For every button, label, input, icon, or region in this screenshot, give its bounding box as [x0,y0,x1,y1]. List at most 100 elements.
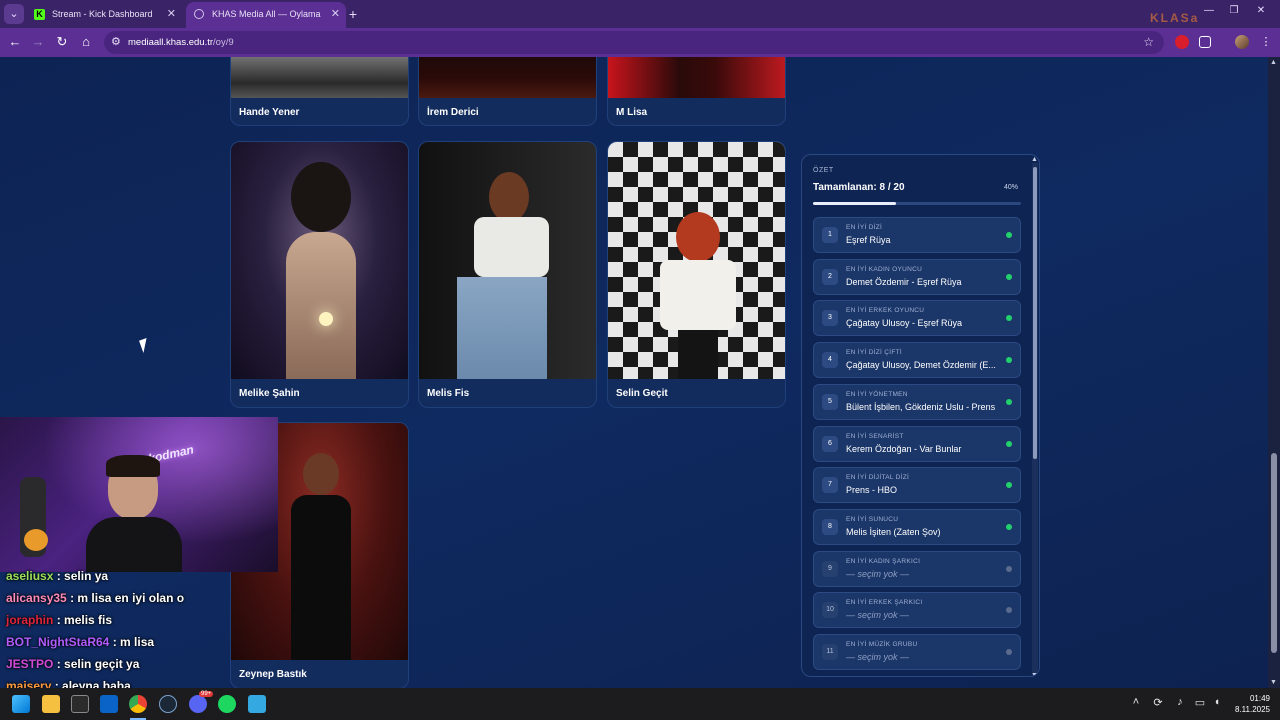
clock[interactable]: 01:49 8.11.2025 [1226,693,1270,715]
photo-detail [319,312,333,326]
chat-username: JESTPO [6,657,54,671]
category-item[interactable]: 7 EN İYİ DİJİTAL DİZİ Prens - HBO [813,467,1021,504]
category-item[interactable]: 10 EN İYİ ERKEK ŞARKICI — seçim yok — [813,592,1021,629]
summary-scrollbar[interactable]: ▲ ▼ [1031,156,1038,676]
status-dot-selected-icon [1006,357,1012,364]
scroll-down-icon[interactable]: ▼ [1270,679,1277,686]
reload-icon[interactable]: ↻ [53,33,71,51]
streamer-body [86,517,182,572]
chat-username: BOT_NightStaR64 [6,635,110,649]
steam-icon[interactable] [159,695,177,713]
chat-message: joraphin : melis fis [6,613,113,627]
category-item[interactable]: 6 EN İYİ SENARİST Kerem Özdoğan - Var Bunl… [813,425,1021,462]
scroll-up-icon[interactable]: ▲ [1031,156,1038,163]
scrollbar-thumb[interactable] [1271,453,1277,653]
category-item[interactable]: 11 EN İYİ MÜZİK GRUBU — seçim yok — [813,634,1021,670]
home-icon[interactable]: ⌂ [77,33,95,51]
category-item[interactable]: 9 EN İYİ KADIN ŞARKICI — seçim yok — [813,550,1021,587]
close-tab-icon[interactable]: ✕ [167,2,176,26]
status-dot-selected-icon [1006,273,1012,280]
category-item[interactable]: 5 EN İYİ YÖNETMEN Bülent İşbilen, Gökdeniz… [813,383,1021,420]
tray-overflow-icon[interactable]: ˄ [1128,696,1144,708]
nominee-card[interactable]: M Lisa [607,57,786,126]
scrollbar-thumb[interactable] [1033,167,1037,459]
category-item[interactable]: 3 EN İYİ ERKEK OYUNCU Çağatay Ulusoy - Eşr… [813,300,1021,337]
tab-title: Stream - Kick Dashboard [52,9,153,19]
category-selection: Eşref Rüya [846,235,891,245]
category-title: EN İYİ MÜZİK GRUBU [846,641,918,648]
site-info-icon[interactable]: ⚙ [111,31,121,54]
photo-detail [291,162,351,232]
category-item[interactable]: 4 EN İYİ DİZİ ÇİFTİ Çağatay Ulusoy, Demet … [813,342,1021,379]
minimize-icon[interactable]: — [1200,5,1218,16]
category-selection: — seçim yok — [846,652,910,662]
photo-detail [489,172,529,222]
profile-avatar-icon[interactable] [1235,35,1249,49]
tab-search-icon[interactable]: ⌄ [4,4,24,24]
bookmark-star-icon[interactable]: ☆ [1143,31,1154,54]
category-selection: Prens - HBO [846,485,898,496]
discord-icon[interactable] [189,695,207,713]
nominee-card[interactable]: Melike Şahin [230,141,409,408]
category-title: EN İYİ DİZİ [846,224,883,231]
extension-red-icon[interactable] [1175,35,1189,49]
browser-menu-icon[interactable]: ⋮ [1257,33,1275,51]
status-dot-selected-icon [1006,523,1012,530]
category-selection: — seçim yok — [846,568,910,579]
display-icon[interactable]: ▭ [1192,696,1208,709]
discord-badge: 99+ [199,691,214,697]
status-dot-selected-icon [1006,315,1012,322]
category-number: 8 [822,518,838,535]
category-number: 10 [822,602,838,619]
store-icon[interactable] [71,695,89,713]
completed-count: Tamamlanan: 8 / 20 [813,182,905,193]
spotify-icon[interactable] [218,695,236,713]
category-item[interactable]: 2 EN İYİ KADIN OYUNCU Demet Özdemir - Eşre… [813,258,1021,295]
outlook-icon[interactable] [100,695,118,713]
extensions-puzzle-icon[interactable] [1199,36,1211,48]
notepad-icon[interactable] [248,695,266,713]
microphone-icon[interactable]: ♪ [1172,696,1188,708]
chrome-icon[interactable] [129,695,147,713]
close-tab-icon[interactable]: ✕ [331,2,340,26]
category-title: EN İYİ SUNUCU [846,515,899,523]
category-item[interactable]: 1 EN İYİ DİZİ Eşref Rüya [813,217,1021,253]
taskbar: 99+ ˄ ⟳ ♪ ▭ ◖ 01:49 8.11.2025 [0,688,1280,720]
status-dot-selected-icon [1006,398,1012,405]
file-explorer-icon[interactable] [42,695,60,713]
browser-tab-strip: ⌄ K Stream - Kick Dashboard ✕ KHAS Media… [0,0,1280,28]
category-title: EN İYİ SENARİST [846,432,904,440]
tab-khas-media[interactable]: KHAS Media All — Oylama ✕ [186,2,346,28]
nominee-card[interactable]: Selin Geçit [607,141,786,408]
scroll-up-icon[interactable]: ▲ [1270,59,1277,66]
address-bar[interactable]: ⚙ mediaall.khas.edu.tr/oy/9 ☆ [104,31,1164,54]
category-selection: Bülent İşbilen, Gökdeniz Uslu - Prens [846,401,996,412]
category-number: 6 [822,435,838,452]
back-arrow-icon[interactable]: ← [6,33,24,51]
close-window-icon[interactable]: ✕ [1252,5,1270,16]
status-dot-empty-icon [1006,607,1012,614]
category-item[interactable]: 8 EN İYİ SUNUCU Melis İşiten (Zaten Şov) [813,508,1021,545]
summary-panel: ÖZET Tamamlanan: 8 / 20 40% 1 EN İYİ DİZİ… [801,154,1040,677]
new-tab-button[interactable]: + [346,4,360,24]
nominee-photo [231,57,408,98]
forward-arrow-icon[interactable]: → [29,33,47,51]
volume-icon[interactable]: ◖ [1209,696,1225,708]
progress-fill [813,202,897,205]
category-number: 3 [822,310,838,327]
nominee-card[interactable]: Melis Fis [418,141,597,408]
nominee-card[interactable]: İrem Derici [418,57,597,126]
nominee-name: İrem Derici [427,107,479,118]
photo-detail [676,212,720,262]
nominee-photo [608,142,785,379]
windows-start-icon[interactable] [12,695,30,713]
tab-kick-dashboard[interactable]: K Stream - Kick Dashboard ✕ [26,2,182,28]
status-dot-empty-icon [1006,649,1012,655]
photo-detail [303,453,339,495]
restore-icon[interactable]: ❐ [1225,5,1243,16]
page-scrollbar[interactable]: ▲ ▼ [1268,57,1280,688]
streamer-hair [106,455,160,477]
nominee-card[interactable]: Hande Yener [230,57,409,126]
sync-icon[interactable]: ⟳ [1150,696,1166,709]
tab-title: KHAS Media All — Oylama [212,9,321,19]
